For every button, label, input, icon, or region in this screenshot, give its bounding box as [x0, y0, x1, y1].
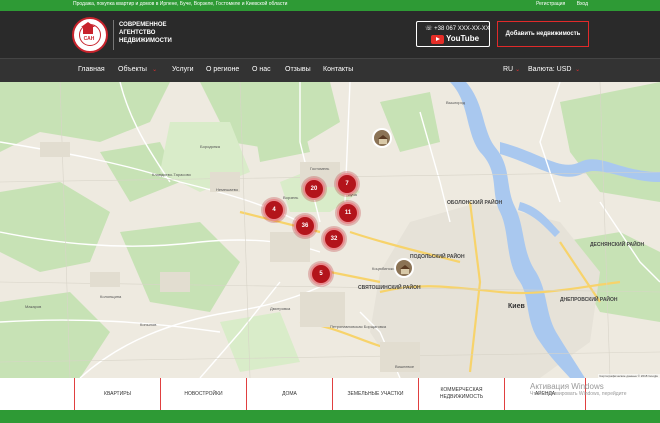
tagline: Продажа, покупка квартир и домов в Ирпен… — [73, 1, 288, 7]
property-photo-marker[interactable] — [372, 128, 392, 148]
map-cluster[interactable]: 32 — [323, 228, 345, 250]
map-cluster[interactable]: 7 — [336, 173, 358, 195]
category-houses[interactable]: ДОМА — [246, 378, 332, 410]
category-land[interactable]: ЗЕМЕЛЬНЫЕ УЧАСТКИ — [332, 378, 418, 410]
category-apartments[interactable]: КВАРТИРЫ — [74, 378, 160, 410]
map-label-borodyanka: Бородянка — [200, 144, 220, 149]
map-cluster[interactable]: 4 — [263, 199, 285, 221]
agency-name: СОВРЕМЕННОЕ АГЕНТСТВО НЕДВИЖИМОСТИ — [119, 21, 172, 45]
map-label-kiev: Киев — [508, 303, 525, 310]
logo-text: САН — [83, 36, 95, 42]
house-body — [379, 139, 387, 144]
map-label-kopyliv: Копылов — [140, 322, 157, 327]
chevron-down-icon: ⌄ — [515, 67, 521, 73]
nav-item-about[interactable]: О нас — [252, 66, 271, 73]
agency-line-3: НЕДВИЖИМОСТИ — [119, 38, 172, 44]
map-label-kolonshchina: Колонщина — [100, 294, 122, 299]
map-label-dneprovsky: ДНЕПРОВСКИЙ РАЙОН — [560, 297, 618, 303]
youtube-link[interactable]: YouTube — [431, 34, 480, 45]
nav-item-reviews[interactable]: Отзывы — [285, 66, 311, 73]
nav-item-services[interactable]: Услуги — [172, 66, 194, 73]
nav-item-contacts[interactable]: Контакты — [323, 66, 353, 73]
map-label-dmitrovka: Дмитровка — [270, 306, 291, 311]
map-label-podolsky: ПОДОЛЬСКИЙ РАЙОН — [410, 254, 465, 260]
map-label-vyshgorod: Вышгород — [446, 100, 466, 105]
map[interactable]: Вышгород ОБОЛОНСКИЙ РАЙОН ПОДОЛЬСКИЙ РАЙ… — [0, 82, 660, 378]
chevron-down-icon: ⌄ — [148, 67, 158, 73]
header: САН СОВРЕМЕННОЕ АГЕНТСТВО НЕДВИЖИМОСТИ ☏… — [0, 11, 660, 58]
nav-item-objects[interactable]: Объекты ⌄ — [118, 66, 157, 73]
agency-line-2: АГЕНТСТВО — [119, 30, 156, 36]
map-label-vishneve: Вишневое — [395, 364, 415, 369]
add-property-button[interactable]: Добавить недвижимость — [497, 21, 589, 47]
map-cluster[interactable]: 5 — [310, 263, 332, 285]
nav-item-home[interactable]: Главная — [78, 66, 105, 73]
property-photo-marker[interactable] — [394, 258, 414, 278]
phone-text: +38 067 XXX-XX-XX — [434, 26, 490, 32]
nav-item-objects-label: Объекты — [118, 66, 147, 73]
windows-activation-watermark: Активация Windows Чтобы активировать Win… — [530, 382, 627, 397]
top-bar: Продажа, покупка квартир и домов в Ирпен… — [0, 0, 660, 11]
map-label-klavdievo: Клавдиево-Тарасово — [152, 172, 191, 177]
main-nav: Главная Объекты ⌄ Услуги О регионе О нас… — [0, 58, 660, 82]
agency-line-1: СОВРЕМЕННОЕ — [119, 22, 167, 28]
chevron-down-icon: ⌄ — [573, 67, 581, 73]
language-select[interactable]: RU ⌄ — [503, 66, 520, 73]
logo[interactable]: САН — [72, 17, 108, 53]
header-divider — [113, 20, 114, 50]
map-cluster[interactable]: 20 — [303, 178, 325, 200]
watermark-title: Активация Windows — [530, 382, 604, 391]
page: Продажа, покупка квартир и домов в Ирпен… — [0, 0, 660, 423]
category-commercial[interactable]: КОММЕРЧЕСКАЯ НЕДВИЖИМОСТЬ — [418, 378, 504, 410]
map-label-svyatoshinsky: СВЯТОШИНСКИЙ РАЙОН — [358, 285, 421, 291]
map-label-nemeshaevo: Немешаево — [216, 187, 239, 192]
bottom-bar — [0, 410, 660, 423]
currency-label: Валюта: — [528, 66, 555, 73]
house-body — [401, 269, 409, 274]
contact-box: ☏ +38 067 XXX-XX-XX YouTube — [416, 21, 490, 47]
map-label-desnyansky: ДЕСНЯНСКИЙ РАЙОН — [590, 242, 645, 248]
map-label-makarov: Макаров — [25, 304, 42, 309]
map-label-vorzel: Ворзель — [283, 195, 299, 200]
login-link[interactable]: Вход — [577, 1, 588, 7]
currency-value: USD — [556, 66, 572, 73]
map-cluster[interactable]: 11 — [337, 202, 359, 224]
nav-item-region[interactable]: О регионе — [206, 66, 239, 73]
map-label-obolonsky: ОБОЛОНСКИЙ РАЙОН — [447, 200, 503, 206]
logo-house-icon — [83, 27, 93, 34]
youtube-play-icon — [431, 35, 444, 44]
phone-icon: ☏ — [425, 26, 435, 32]
phone-number[interactable]: ☏ +38 067 XXX-XX-XX — [425, 25, 490, 32]
register-link[interactable]: Регистрация — [536, 1, 565, 7]
map-cluster[interactable]: 36 — [294, 215, 316, 237]
map-label-petropavlovskaya: Петропавловская Борщаговка — [330, 324, 387, 329]
map-label-gostomel: Гостомель — [310, 166, 330, 171]
category-new-buildings[interactable]: НОВОСТРОЙКИ — [160, 378, 246, 410]
auth-links: Регистрация Вход — [526, 1, 588, 7]
language-value: RU — [503, 66, 514, 73]
youtube-label: YouTube — [446, 34, 480, 43]
watermark-subtitle: Чтобы активировать Windows, перейдите — [530, 391, 627, 397]
currency-select[interactable]: Валюта: USD ⌄ — [528, 66, 580, 73]
